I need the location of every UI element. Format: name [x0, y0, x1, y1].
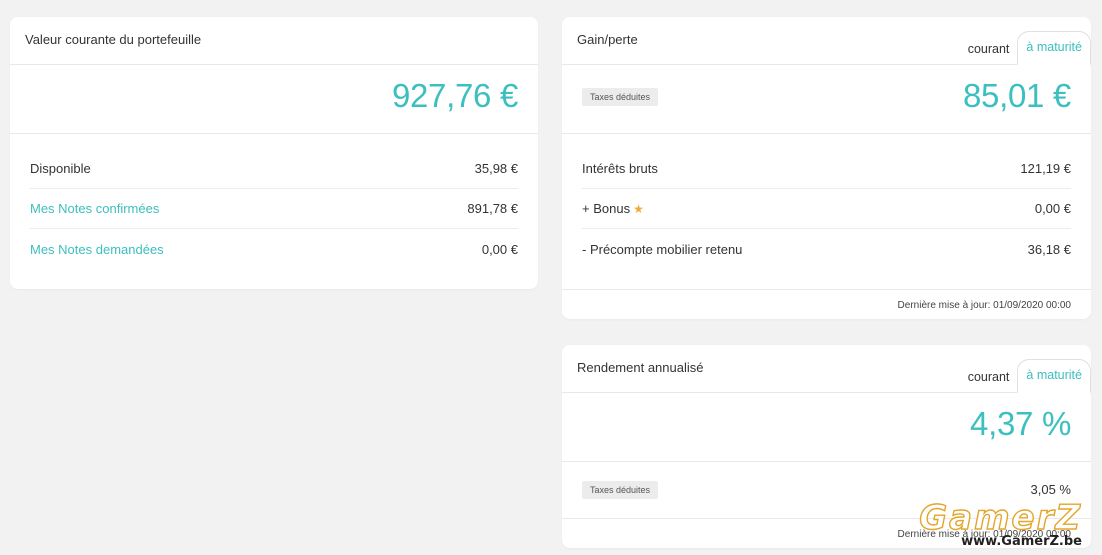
taxes-deducted-badge: Taxes déduites [582, 88, 659, 106]
gain-rows: Intérêts bruts 121,19 € + Bonus ★ 0,00 € … [562, 134, 1091, 269]
tab-current[interactable]: courant [960, 35, 1018, 65]
withholding-tax-label: - Précompte mobilier retenu [582, 241, 743, 257]
available-label: Disponible [30, 161, 91, 176]
yield-card-title: Rendement annualisé [577, 360, 704, 375]
withholding-tax-value: 36,18 € [1027, 241, 1071, 257]
confirmed-notes-value: 891,78 € [467, 201, 518, 216]
gain-row-withholding-tax: - Précompte mobilier retenu 36,18 € [582, 229, 1071, 269]
requested-notes-value: 0,00 € [481, 241, 518, 257]
gamerz-watermark: GamerZ www.GamerZ.be [919, 498, 1082, 549]
portfolio-total-value: 927,76 € [391, 77, 518, 114]
tab-maturity[interactable]: à maturité [1017, 31, 1091, 65]
star-icon: ★ [633, 202, 644, 216]
yield-net-value: 3,05 % [1030, 481, 1071, 497]
yield-card-header: Rendement annualisé courant à maturité [562, 345, 1091, 393]
gain-last-updated: Dernière mise à jour: 01/09/2020 00:00 [897, 300, 1071, 311]
taxes-deducted-badge: Taxes déduites [582, 481, 659, 499]
watermark-logo: GamerZ [919, 498, 1082, 538]
gain-total-row: Taxes déduites 85,01 € [562, 65, 1091, 134]
portfolio-card-title: Valeur courante du portefeuille [25, 32, 202, 47]
portfolio-row-requested-notes: Mes Notes demandées 0,00 € [30, 229, 518, 269]
bonus-label: + Bonus [582, 201, 631, 216]
yield-total-row: 4,37 % [562, 393, 1091, 462]
tab-maturity[interactable]: à maturité [1017, 359, 1091, 393]
gain-total-value: 85,01 € [962, 77, 1071, 114]
gain-row-gross-interest: Intérêts bruts 121,19 € [582, 149, 1071, 189]
gain-card-header: Gain/perte courant à maturité [562, 17, 1091, 65]
confirmed-notes-link[interactable]: Mes Notes confirmées [30, 201, 159, 216]
yield-total-value: 4,37 % [970, 405, 1071, 442]
gain-loss-card: Gain/perte courant à maturité Taxes dédu… [562, 17, 1091, 319]
gross-interest-value: 121,19 € [1020, 161, 1071, 176]
portfolio-row-confirmed-notes: Mes Notes confirmées 891,78 € [30, 189, 518, 229]
portfolio-total-row: 927,76 € [10, 65, 538, 134]
gross-interest-label: Intérêts bruts [582, 161, 658, 176]
portfolio-row-available: Disponible 35,98 € [30, 149, 518, 189]
bonus-label-wrap: + Bonus ★ [582, 201, 644, 216]
portfolio-card-header: Valeur courante du portefeuille [10, 17, 538, 65]
portfolio-value-card: Valeur courante du portefeuille 927,76 €… [10, 17, 538, 289]
gain-card-title: Gain/perte [577, 32, 638, 47]
requested-notes-link[interactable]: Mes Notes demandées [30, 242, 164, 257]
portfolio-rows: Disponible 35,98 € Mes Notes confirmées … [10, 134, 538, 269]
yield-tabs: courant à maturité [960, 359, 1091, 393]
bonus-value: 0,00 € [1034, 201, 1071, 216]
gain-tabs: courant à maturité [960, 31, 1091, 65]
available-value: 35,98 € [474, 161, 518, 176]
tab-current[interactable]: courant [960, 363, 1018, 393]
gain-card-footer: Dernière mise à jour: 01/09/2020 00:00 [562, 289, 1091, 319]
gain-row-bonus: + Bonus ★ 0,00 € [582, 189, 1071, 229]
